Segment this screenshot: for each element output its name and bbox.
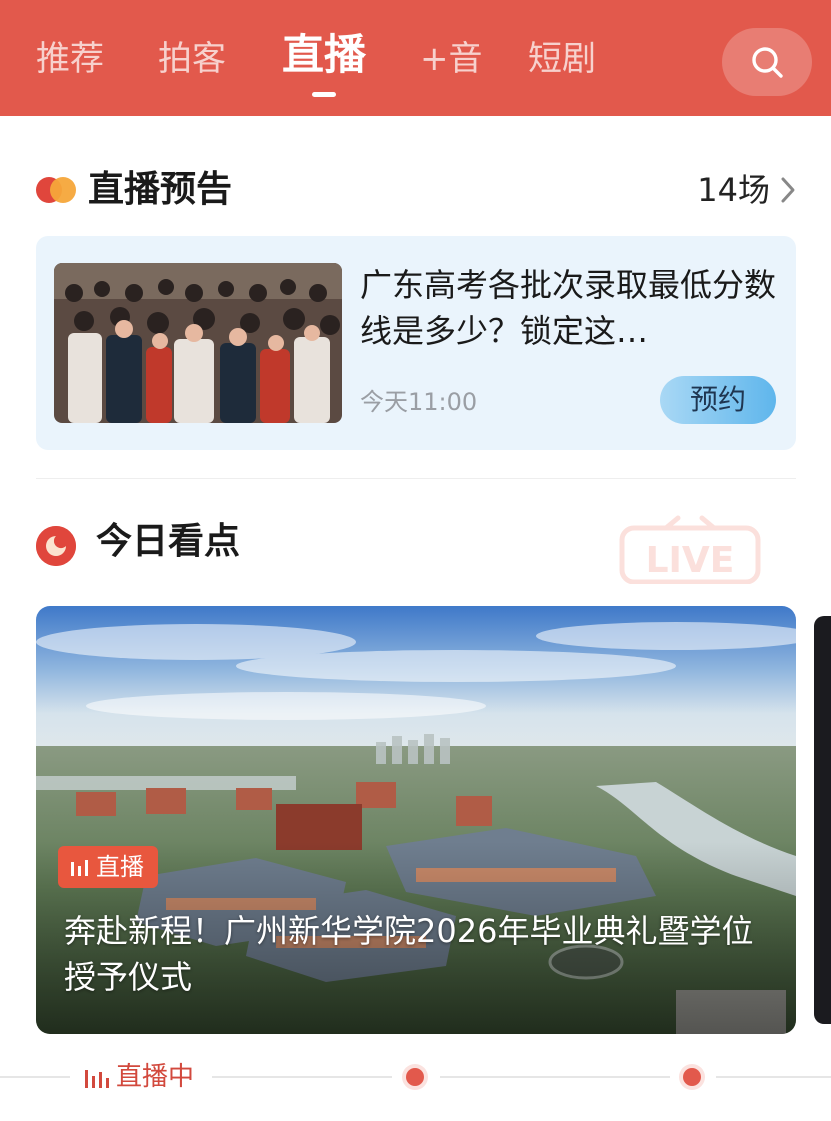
timeline-dot[interactable]: [406, 1068, 424, 1086]
live-preview-count-link[interactable]: 14场: [697, 165, 796, 215]
search-icon: [752, 47, 783, 78]
timeline-line: [716, 1076, 831, 1078]
preview-title: 广东高考各批次录取最低分数线是多少？锁定这…: [360, 266, 777, 350]
preview-time: 今天11:00: [360, 388, 478, 416]
timeline-live-label: 直播中: [116, 1062, 195, 1092]
live-preview-title: 直播预告: [88, 169, 233, 210]
featured-caption: 奔赴新程！广州新华学院2026年毕业典礼暨学位授予仪式: [64, 912, 754, 996]
live-badge: 直播: [58, 846, 158, 888]
live-badge-label: 直播: [96, 853, 144, 881]
tab-live[interactable]: 直播: [282, 30, 366, 80]
tab-recommend[interactable]: 推荐: [36, 34, 104, 84]
timeline-live-now[interactable]: 直播中: [84, 1060, 194, 1094]
timeline-line: [440, 1076, 670, 1078]
timeline-line: [0, 1076, 70, 1078]
side-scroll-handle[interactable]: [814, 616, 831, 1024]
featured-live-card[interactable]: 直播 奔赴新程！广州新华学院2026年毕业典礼暨学位授予仪式: [36, 606, 796, 1034]
today-highlights-title: 今日看点: [96, 521, 241, 562]
timeline-dot[interactable]: [683, 1068, 701, 1086]
live-tv-icon: LIVE: [618, 514, 762, 585]
svg-text:LIVE: LIVE: [646, 540, 735, 581]
reserve-button[interactable]: 预约: [660, 376, 776, 424]
section-divider: [36, 478, 796, 479]
live-preview-icon: [36, 177, 80, 203]
search-button[interactable]: [722, 28, 812, 96]
active-tab-indicator: [312, 92, 336, 97]
tab-plus-audio[interactable]: +音: [420, 34, 483, 84]
live-bars-icon: [85, 1070, 109, 1088]
tab-paike[interactable]: 拍客: [158, 34, 226, 84]
preview-thumbnail: [54, 263, 342, 423]
live-timeline: 直播中: [0, 1060, 831, 1094]
live-preview-count: 14场: [697, 171, 770, 209]
chevron-right-icon: [781, 177, 795, 203]
timeline-line: [212, 1076, 392, 1078]
live-preview-card[interactable]: 广东高考各批次录取最低分数线是多少？锁定这… 今天11:00 预约: [36, 236, 796, 450]
live-bars-icon: [71, 860, 88, 876]
live-preview-header: 直播预告 14场: [36, 165, 796, 215]
tab-short-drama[interactable]: 短剧: [528, 34, 596, 84]
today-highlights-icon: [36, 526, 76, 566]
top-nav-bar: 推荐 拍客 直播 +音 短剧: [0, 0, 831, 116]
